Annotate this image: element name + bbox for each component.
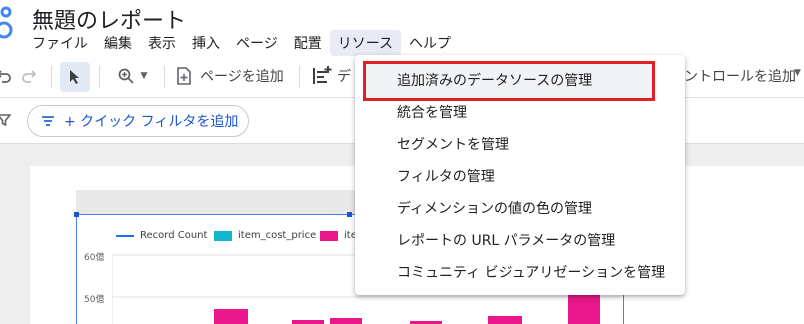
menu-file[interactable]: ファイル bbox=[24, 30, 96, 56]
menu-item-manage-segments[interactable]: セグメントを管理 bbox=[397, 134, 509, 154]
chart-bar[interactable] bbox=[488, 316, 522, 324]
legend-item: Record Count bbox=[116, 230, 207, 241]
chart-bar[interactable] bbox=[330, 318, 362, 324]
legend-item: ite bbox=[320, 230, 357, 241]
legend-box-swatch bbox=[320, 230, 338, 241]
resource-menu: 追加済みのデータソースの管理 統合を管理 セグメントを管理 フィルタの管理 ディ… bbox=[355, 55, 685, 295]
quick-filter-label: + クイック フィルタを追加 bbox=[64, 114, 239, 130]
add-quick-filter-button[interactable]: + クイック フィルタを追加 bbox=[27, 105, 249, 137]
filter-lines-icon bbox=[42, 116, 54, 126]
add-control-button[interactable]: ントロールを追加 bbox=[684, 66, 796, 86]
menu-item-manage-community-visualizations[interactable]: コミュニティ ビジュアリゼーションを管理 bbox=[397, 262, 665, 282]
y-tick-label: 60億 bbox=[84, 253, 105, 263]
filter-icon[interactable] bbox=[0, 110, 12, 130]
resize-handle[interactable] bbox=[74, 212, 79, 217]
redo-icon[interactable] bbox=[20, 64, 40, 88]
add-data-icon[interactable] bbox=[310, 63, 334, 89]
menu-help[interactable]: ヘルプ bbox=[401, 30, 459, 56]
zoom-icon[interactable]: ▼ bbox=[110, 64, 154, 88]
toolbar-divider bbox=[164, 66, 165, 88]
menu-resource[interactable]: リソース bbox=[329, 30, 402, 56]
legend-line-swatch bbox=[116, 234, 134, 237]
chevron-down-icon[interactable]: ▼ bbox=[794, 68, 801, 78]
menu-item-manage-dimension-colors[interactable]: ディメンションの値の色の管理 bbox=[397, 198, 592, 218]
toolbar-divider bbox=[99, 66, 100, 88]
add-page-button[interactable]: ページを追加 bbox=[200, 66, 284, 86]
chart-bar[interactable] bbox=[214, 309, 248, 324]
looker-studio-logo bbox=[0, 6, 13, 39]
chart-bar[interactable] bbox=[568, 294, 600, 324]
menubar: ファイル 編集 表示 挿入 ページ 配置 リソース ヘルプ bbox=[24, 30, 459, 56]
y-tick-label: 50億 bbox=[84, 295, 105, 305]
add-data-button[interactable]: デ bbox=[337, 66, 351, 86]
legend-label: Record Count bbox=[140, 230, 208, 241]
menu-item-manage-filters[interactable]: フィルタの管理 bbox=[397, 166, 495, 186]
legend-label: item_cost_price bbox=[238, 230, 317, 241]
menu-item-manage-data-sources[interactable]: 追加済みのデータソースの管理 bbox=[397, 70, 592, 90]
undo-icon[interactable] bbox=[0, 64, 12, 88]
menu-item-manage-blends[interactable]: 統合を管理 bbox=[397, 102, 467, 122]
toolbar-divider bbox=[51, 66, 52, 88]
toolbar-divider bbox=[299, 66, 300, 88]
menu-edit[interactable]: 編集 bbox=[96, 30, 140, 56]
chart-bar[interactable] bbox=[292, 320, 324, 324]
menu-page[interactable]: ページ bbox=[228, 30, 286, 56]
menu-item-manage-url-parameters[interactable]: レポートの URL パラメータの管理 bbox=[397, 230, 615, 250]
add-page-icon[interactable] bbox=[174, 64, 194, 88]
resize-handle[interactable] bbox=[347, 212, 352, 217]
menu-insert[interactable]: 挿入 bbox=[184, 30, 228, 56]
legend-item: item_cost_price bbox=[214, 230, 316, 241]
menu-arrange[interactable]: 配置 bbox=[286, 30, 330, 56]
menu-view[interactable]: 表示 bbox=[140, 30, 184, 56]
select-tool-icon[interactable] bbox=[60, 62, 90, 92]
legend-box-swatch bbox=[214, 230, 232, 241]
